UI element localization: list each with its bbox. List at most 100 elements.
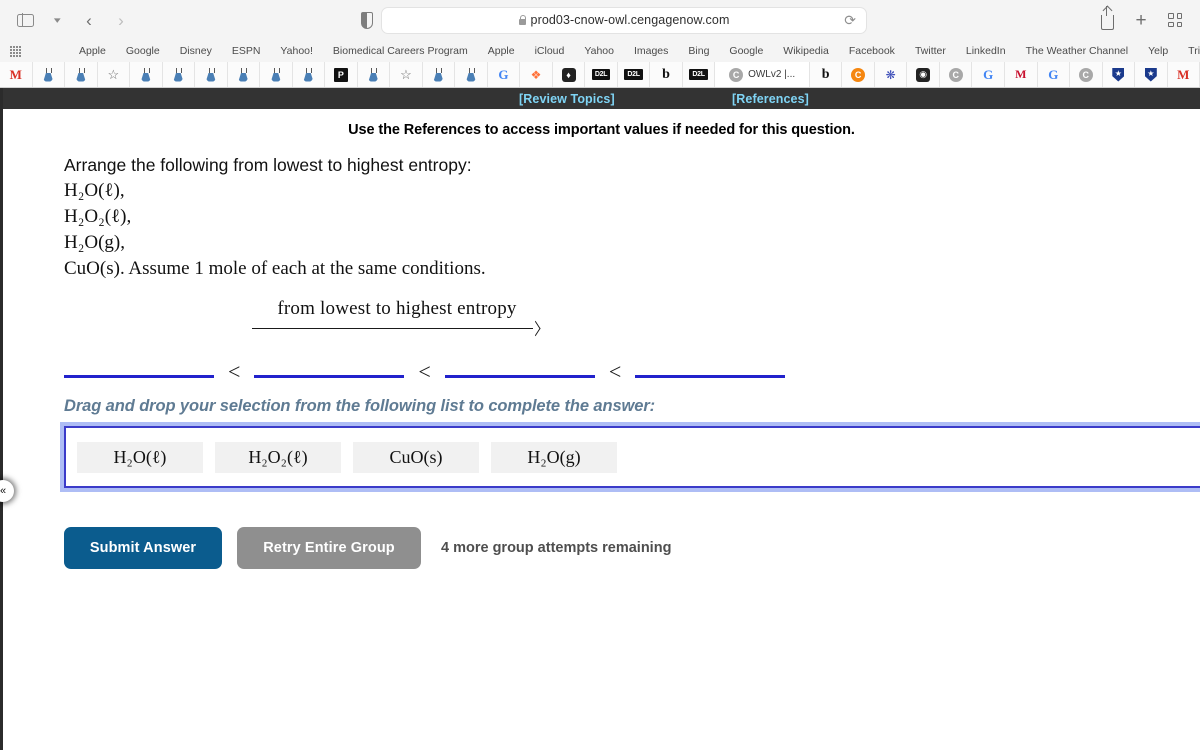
species-item-2: H₂O(g), — [64, 232, 125, 253]
tab-owl-11[interactable] — [455, 62, 488, 87]
references-link[interactable]: [References] — [732, 92, 809, 106]
favorite-item-0[interactable]: Apple — [69, 45, 116, 57]
star-icon: ☆ — [107, 67, 120, 82]
favorite-item-15[interactable]: LinkedIn — [956, 45, 1016, 57]
cengage-icon: C — [1078, 67, 1093, 82]
tab-pearson[interactable]: P — [325, 62, 358, 87]
favorite-item-4[interactable]: Yahoo! — [270, 45, 323, 57]
answer-slot-3[interactable] — [444, 375, 595, 378]
mcgraw-hill-icon: M — [1015, 67, 1027, 81]
tab-d2l-3[interactable]: D2L — [682, 62, 716, 87]
bookmarks-grid-button[interactable] — [10, 45, 21, 57]
drag-tile-2[interactable]: CuO(s) — [353, 441, 479, 473]
drag-tile-0[interactable]: H₂O(ℓ) — [77, 441, 203, 473]
sidebar-toggle-button[interactable] — [10, 6, 40, 34]
tab-owl-4[interactable] — [162, 62, 196, 87]
favorite-item-2[interactable]: Disney — [170, 45, 222, 57]
tab-gmail[interactable]: M — [0, 62, 33, 87]
tab-cengage-grey-1[interactable]: C — [939, 62, 973, 87]
privacy-shield-icon[interactable] — [361, 11, 373, 29]
new-tab-button[interactable]: + — [1126, 6, 1156, 34]
tab-seal[interactable]: ◉ — [907, 62, 940, 87]
forward-button[interactable]: › — [106, 6, 136, 34]
review-topics-link[interactable]: [Review Topics] — [519, 92, 615, 106]
tab-d2l-1[interactable]: D2L — [585, 62, 618, 87]
tab-blackboard-1[interactable]: b — [650, 62, 683, 87]
cengage-icon: C — [948, 67, 963, 82]
toolbar-right-controls: + — [1092, 5, 1190, 34]
page-viewport: « [Review Topics] [References] Use the R… — [0, 88, 1200, 750]
tab-owl-9[interactable] — [357, 62, 391, 87]
forward-arrow-icon: › — [118, 10, 124, 30]
address-bar[interactable]: prod03-cnow-owl.cengagenow.com ⟳ — [381, 6, 867, 34]
tab-gmail-2[interactable]: M — [1167, 62, 1200, 87]
sidebar-dropdown-button[interactable]: ▾ — [42, 6, 72, 34]
favorite-item-7[interactable]: iCloud — [525, 45, 575, 57]
tab-owl-5[interactable] — [195, 62, 228, 87]
favorite-item-9[interactable]: Images — [624, 45, 678, 57]
favorite-item-11[interactable]: Google — [719, 45, 773, 57]
comparator-2: < — [418, 359, 431, 384]
star-icon: ☆ — [400, 67, 412, 82]
answer-slot-4[interactable] — [635, 375, 786, 378]
tab-owl-6[interactable] — [227, 62, 261, 87]
flask-icon — [432, 67, 444, 82]
favorite-item-17[interactable]: Yelp — [1138, 45, 1178, 57]
tab-d2l-2[interactable]: D2L — [617, 62, 651, 87]
favorite-item-16[interactable]: The Weather Channel — [1016, 45, 1139, 57]
tab-google-2[interactable]: G — [972, 62, 1005, 87]
tab-owl-10[interactable] — [422, 62, 456, 87]
favorite-item-14[interactable]: Twitter — [905, 45, 956, 57]
drag-tile-3[interactable]: H₂O(g) — [491, 441, 617, 473]
tab-owl-2[interactable] — [65, 62, 98, 87]
comparator-3: < — [608, 359, 622, 384]
favorite-item-12[interactable]: Wikipedia — [773, 45, 839, 57]
submit-answer-button[interactable]: Submit Answer — [64, 527, 222, 569]
share-button[interactable] — [1092, 5, 1122, 34]
double-chevron-left-icon: « — [0, 485, 7, 497]
retry-entire-group-button[interactable]: Retry Entire Group — [237, 527, 421, 569]
tab-blackboard-2[interactable]: b — [809, 62, 843, 87]
dragdrop-instruction: Drag and drop your selection from the fo… — [64, 397, 656, 415]
tab-bookmark-1[interactable]: ☆ — [97, 62, 131, 87]
tab-owl-8[interactable] — [292, 62, 326, 87]
tab-overview-button[interactable] — [1160, 6, 1190, 34]
tab-firefox[interactable]: ❖ — [520, 62, 553, 87]
flask-icon — [75, 67, 87, 82]
reload-icon[interactable]: ⟳ — [844, 13, 856, 27]
favorite-item-1[interactable]: Google — [116, 45, 170, 57]
tab-cengage-grey-2[interactable]: C — [1070, 62, 1103, 87]
tab-mcgraw[interactable]: M — [1004, 62, 1038, 87]
tab-google-1[interactable]: G — [487, 62, 521, 87]
favorite-item-6[interactable]: Apple — [478, 45, 525, 57]
tab-owl-3[interactable] — [130, 62, 163, 87]
tab-owl-1[interactable] — [32, 62, 66, 87]
tab-owlv2-active[interactable]: C OWLv2 |... — [715, 62, 810, 87]
dragdrop-palette[interactable]: H₂O(ℓ) H₂O₂(ℓ) CuO(s) H₂O(g) — [60, 422, 1200, 492]
tab-school-2[interactable]: ★ — [1135, 62, 1168, 87]
answer-slot-2[interactable] — [254, 375, 405, 378]
favorite-item-18[interactable]: TripAdvisor — [1178, 45, 1200, 57]
tab-google-3[interactable]: G — [1037, 62, 1071, 87]
tab-cengage-orange[interactable]: C — [842, 62, 875, 87]
question-prompt: Arrange the following from lowest to hig… — [64, 155, 472, 175]
d2l-icon: D2L — [624, 69, 643, 80]
favorite-item-10[interactable]: Bing — [678, 45, 719, 57]
drag-tile-1[interactable]: H₂O₂(ℓ) — [215, 441, 341, 473]
tab-pinwheel[interactable]: ❋ — [874, 62, 908, 87]
tab-university[interactable]: ♦ — [552, 62, 586, 87]
back-arrow-icon: ‹ — [86, 10, 92, 30]
tab-school-1[interactable]: ★ — [1102, 62, 1136, 87]
tab-owl-7[interactable] — [260, 62, 293, 87]
owl-topbar: [Review Topics] [References] — [3, 88, 1200, 109]
answer-slot-1[interactable] — [64, 375, 214, 378]
back-button[interactable]: ‹ — [74, 6, 104, 34]
university-seal-icon: ♦ — [561, 67, 576, 82]
favorite-item-5[interactable]: Biomedical Careers Program — [323, 45, 478, 57]
answer-slots: < < < — [3, 350, 1200, 384]
tab-bookmark-2[interactable]: ☆ — [390, 62, 423, 87]
favorite-item-8[interactable]: Yahoo — [574, 45, 624, 57]
toolbar-center: prod03-cnow-owl.cengagenow.com ⟳ — [136, 6, 1092, 34]
favorite-item-13[interactable]: Facebook — [839, 45, 905, 57]
favorite-item-3[interactable]: ESPN — [222, 45, 271, 57]
